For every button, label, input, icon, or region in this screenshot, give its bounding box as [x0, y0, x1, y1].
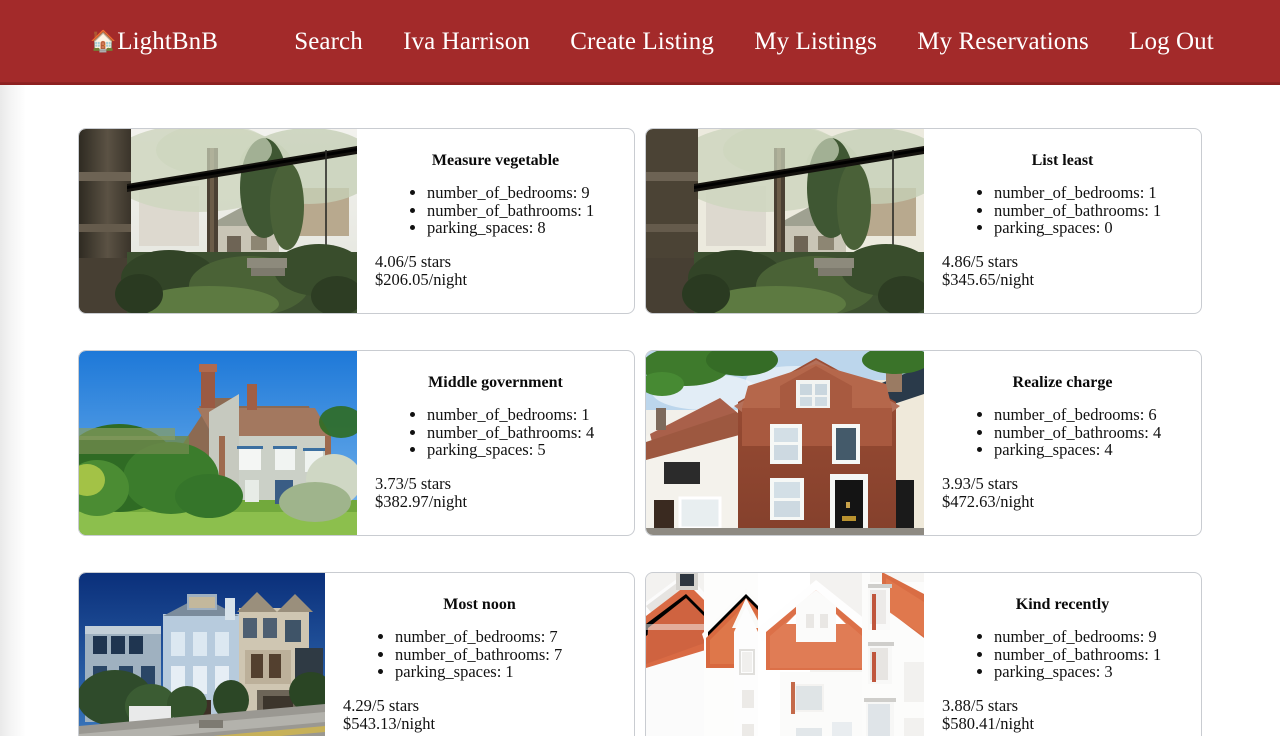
spec-parking: parking_spaces: 4 [994, 441, 1187, 458]
listing-title: Most noon [443, 596, 516, 613]
listing-photo [646, 573, 924, 736]
spec-bedrooms: number_of_bedrooms: 1 [994, 184, 1187, 201]
listing-price: $580.41/night [942, 713, 1035, 733]
listing-photo [79, 351, 357, 535]
listing-meta: 3.88/5 stars $580.41/night [938, 695, 1187, 733]
spec-parking: parking_spaces: 1 [395, 663, 620, 680]
brick-townhouse-photo [646, 351, 924, 535]
listing-price: $345.65/night [942, 269, 1035, 289]
spec-bathrooms: number_of_bathrooms: 1 [994, 202, 1187, 219]
listing-price: $206.05/night [375, 269, 468, 289]
listing-specs: number_of_bedrooms: 9 number_of_bathroom… [371, 184, 620, 237]
spec-bedrooms: number_of_bedrooms: 7 [395, 628, 620, 645]
nav-link-my-listings[interactable]: My Listings [754, 28, 877, 56]
listing-details: Middle government number_of_bedrooms: 1 … [357, 351, 634, 535]
main-navbar: 🏠 LightBnB Search Iva Harrison Create Li… [0, 0, 1280, 85]
listing-meta: 3.73/5 stars $382.97/night [371, 473, 620, 511]
brand-logo-link[interactable]: 🏠 LightBnB [90, 28, 218, 56]
listing-card[interactable]: Middle government number_of_bedrooms: 1 … [78, 350, 635, 536]
flint-cottage-photo [79, 351, 357, 535]
garden-courtyard-photo [79, 129, 357, 313]
listing-photo [79, 129, 357, 313]
listing-photo [646, 351, 924, 535]
white-gabled-houses-photo [646, 573, 924, 736]
listing-price: $382.97/night [375, 491, 468, 511]
listing-details: Most noon number_of_bedrooms: 7 number_o… [325, 573, 634, 736]
spec-parking: parking_spaces: 5 [427, 441, 620, 458]
house-icon: 🏠 [90, 29, 117, 53]
listing-title: List least [1031, 152, 1094, 169]
listing-price: $543.13/night [343, 713, 436, 733]
listing-details: Kind recently number_of_bedrooms: 9 numb… [924, 573, 1201, 736]
listing-meta: 4.06/5 stars $206.05/night [371, 251, 620, 289]
spec-bathrooms: number_of_bathrooms: 7 [395, 646, 620, 663]
listing-photo [79, 573, 325, 736]
spec-bedrooms: number_of_bedrooms: 9 [427, 184, 620, 201]
listing-details: Measure vegetable number_of_bedrooms: 9 … [357, 129, 634, 313]
spec-bedrooms: number_of_bedrooms: 6 [994, 406, 1187, 423]
listing-price: $472.63/night [942, 491, 1035, 511]
listing-photo [646, 129, 924, 313]
nav-link-search[interactable]: Search [294, 28, 363, 56]
listings-page: Measure vegetable number_of_bedrooms: 9 … [0, 85, 1280, 736]
listing-specs: number_of_bedrooms: 6 number_of_bathroom… [938, 406, 1187, 459]
spec-parking: parking_spaces: 8 [427, 219, 620, 236]
garden-courtyard-photo [646, 129, 924, 313]
navbar-inner: 🏠 LightBnB Search Iva Harrison Create Li… [0, 28, 1280, 56]
spec-bedrooms: number_of_bedrooms: 1 [427, 406, 620, 423]
listing-card[interactable]: List least number_of_bedrooms: 1 number_… [645, 128, 1202, 314]
nav-link-create-listing[interactable]: Create Listing [570, 28, 714, 56]
navbar-links: Search Iva Harrison Create Listing My Li… [274, 28, 1240, 56]
listing-specs: number_of_bedrooms: 1 number_of_bathroom… [371, 406, 620, 459]
listing-specs: number_of_bedrooms: 9 number_of_bathroom… [938, 628, 1187, 681]
listing-specs: number_of_bedrooms: 7 number_of_bathroom… [339, 628, 620, 681]
nav-link-log-out[interactable]: Log Out [1129, 28, 1214, 56]
spec-bathrooms: number_of_bathrooms: 4 [994, 424, 1187, 441]
listing-rating: 4.86/5 stars [942, 251, 1019, 271]
nav-link-my-reservations[interactable]: My Reservations [917, 28, 1089, 56]
spec-bedrooms: number_of_bedrooms: 9 [994, 628, 1187, 645]
spec-parking: parking_spaces: 0 [994, 219, 1187, 236]
listing-meta: 4.29/5 stars $543.13/night [339, 695, 620, 733]
listing-meta: 3.93/5 stars $472.63/night [938, 473, 1187, 511]
spec-bathrooms: number_of_bathrooms: 1 [994, 646, 1187, 663]
listing-card[interactable]: Most noon number_of_bedrooms: 7 number_o… [78, 572, 635, 736]
brand-label: LightBnB [117, 27, 219, 55]
listings-grid: Measure vegetable number_of_bedrooms: 9 … [78, 128, 1202, 736]
spec-bathrooms: number_of_bathrooms: 4 [427, 424, 620, 441]
spec-bathrooms: number_of_bathrooms: 1 [427, 202, 620, 219]
spec-parking: parking_spaces: 3 [994, 663, 1187, 680]
listing-meta: 4.86/5 stars $345.65/night [938, 251, 1187, 289]
listing-details: Realize charge number_of_bedrooms: 6 num… [924, 351, 1201, 535]
listing-title: Kind recently [1015, 596, 1110, 613]
listing-title: Middle government [428, 374, 563, 391]
hillside-mansions-photo [79, 573, 325, 736]
listing-specs: number_of_bedrooms: 1 number_of_bathroom… [938, 184, 1187, 237]
listing-card[interactable]: Kind recently number_of_bedrooms: 9 numb… [645, 572, 1202, 736]
listing-rating: 4.29/5 stars [343, 695, 420, 715]
listing-card[interactable]: Measure vegetable number_of_bedrooms: 9 … [78, 128, 635, 314]
page-root: 🏠 LightBnB Search Iva Harrison Create Li… [0, 0, 1280, 736]
listing-details: List least number_of_bedrooms: 1 number_… [924, 129, 1201, 313]
listing-rating: 3.93/5 stars [942, 473, 1019, 493]
listing-rating: 4.06/5 stars [375, 251, 452, 271]
listing-title: Realize charge [1012, 374, 1113, 391]
nav-link-user[interactable]: Iva Harrison [403, 28, 530, 56]
listing-card[interactable]: Realize charge number_of_bedrooms: 6 num… [645, 350, 1202, 536]
listing-rating: 3.73/5 stars [375, 473, 452, 493]
listing-title: Measure vegetable [431, 152, 560, 169]
listing-rating: 3.88/5 stars [942, 695, 1019, 715]
